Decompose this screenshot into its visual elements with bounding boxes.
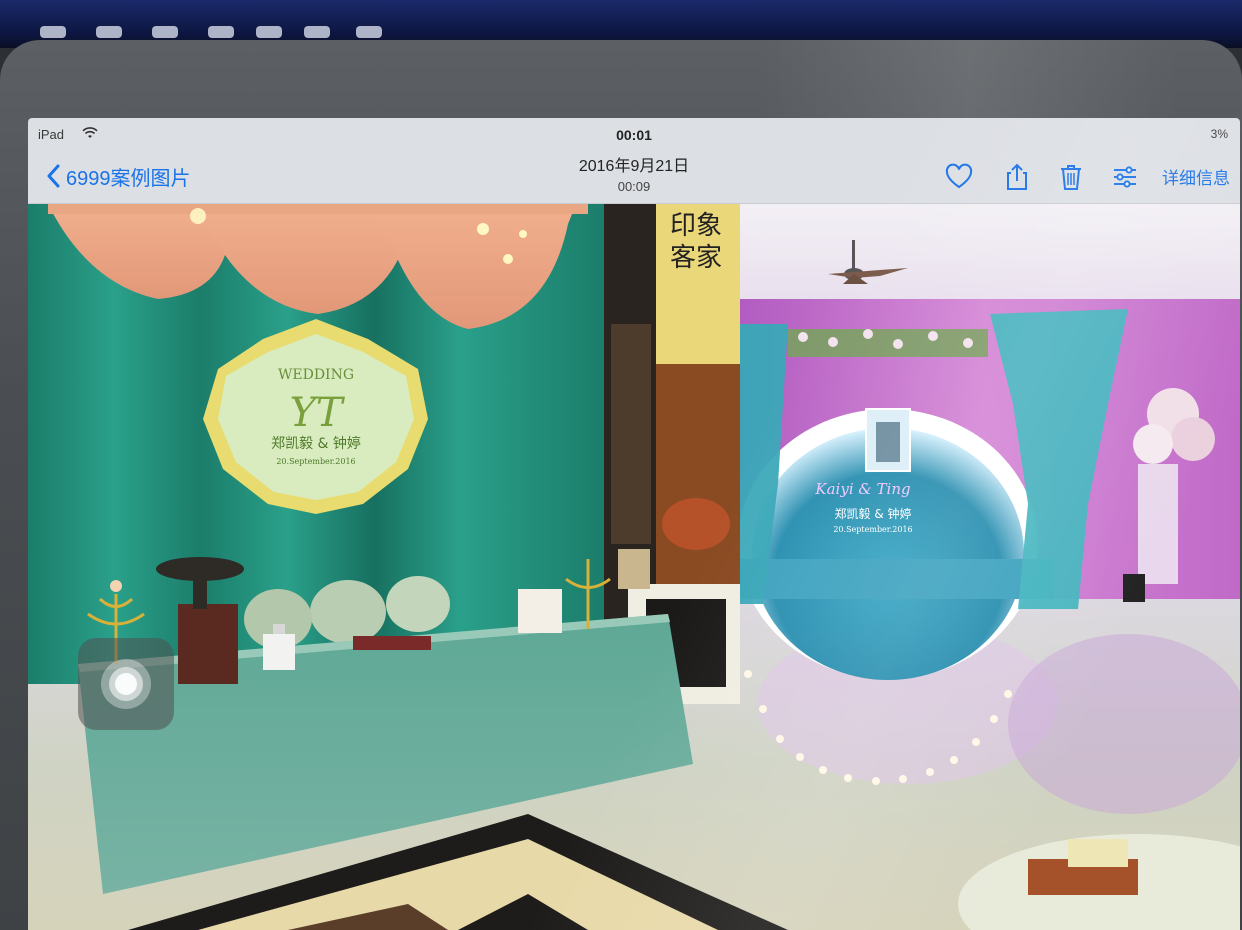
battery-percentage: 3%: [1210, 127, 1228, 141]
monitor-icon: [304, 26, 330, 38]
ipad-screen: Kaiyi & Ting 郑凯毅 & 钟婷 20.September.2016 …: [28, 118, 1240, 930]
status-bar: iPad 00:01 3%: [28, 118, 1240, 150]
monitor-icon: [152, 26, 178, 38]
pillar-sign-line1: 印象: [670, 211, 722, 241]
emblem-monogram-text: YT: [289, 390, 345, 436]
emblem-names-text: 郑凯毅 & 钟婷: [271, 435, 361, 452]
assistive-touch-ring: [115, 673, 137, 695]
back-button-label: 6999案例图片: [66, 167, 191, 190]
monitor-icon: [356, 26, 382, 38]
status-clock: 00:01: [616, 127, 652, 143]
assistive-touch-button[interactable]: [78, 638, 174, 730]
details-button[interactable]: 详细信息: [1162, 164, 1230, 189]
sliders-icon[interactable]: [1110, 162, 1140, 192]
monitor-icon: [256, 26, 282, 38]
monitor-icon: [208, 26, 234, 38]
emblem-date-text: 20.September.2016: [276, 457, 355, 466]
trash-icon[interactable]: [1056, 162, 1086, 192]
share-icon[interactable]: [1002, 162, 1032, 192]
backdrop-names-text: 郑凯毅 & 钟婷: [835, 506, 912, 521]
backdrop-date-text: 20.September.2016: [833, 525, 912, 534]
heart-icon[interactable]: [944, 162, 974, 192]
emblem-wedding-text: WEDDING: [278, 367, 354, 383]
back-button[interactable]: 6999案例图片: [46, 160, 191, 192]
monitor-icon: [96, 26, 122, 38]
pillar-sign-line2: 客家: [670, 243, 722, 273]
wedding-venue-photo[interactable]: Kaiyi & Ting 郑凯毅 & 钟婷 20.September.2016 …: [28, 204, 1240, 930]
photo-nav-bar: 6999案例图片 2016年9月21日 00:09 详细信息: [28, 150, 1240, 204]
backdrop-script-text: Kaiyi & Ting: [814, 480, 910, 498]
monitor-icon: [40, 26, 66, 38]
bezel-glare: [760, 40, 1180, 120]
chevron-left-icon: [47, 164, 60, 188]
